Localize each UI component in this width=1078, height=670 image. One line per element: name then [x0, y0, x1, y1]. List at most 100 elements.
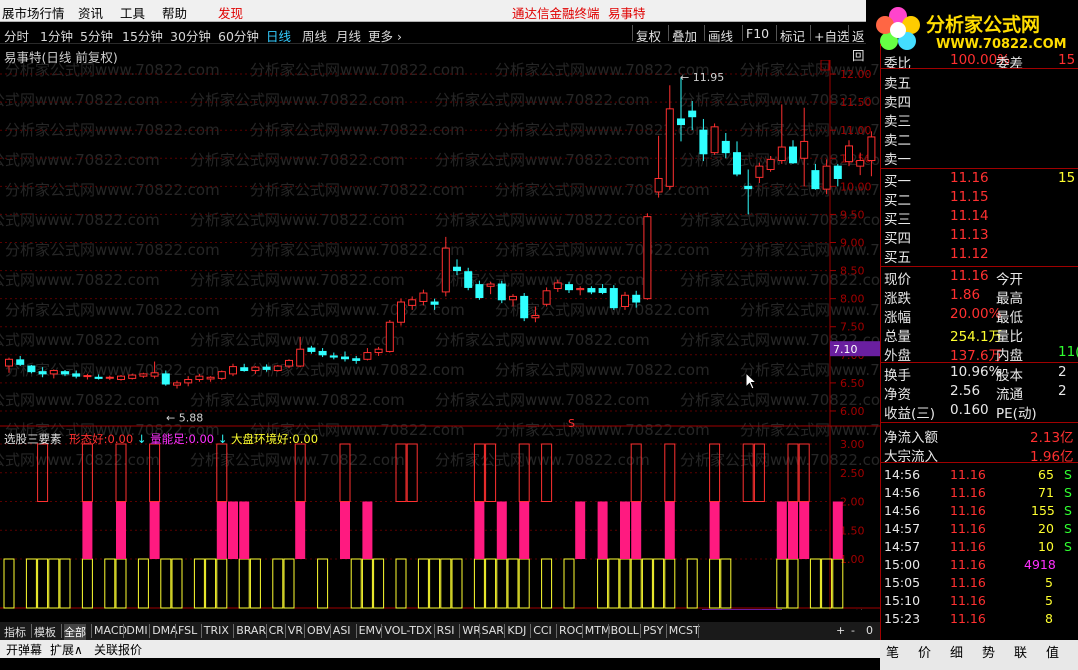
candle-body	[475, 284, 484, 299]
tick-time: 14:56	[884, 485, 921, 500]
indicator-tab-3[interactable]: MACD	[94, 624, 127, 637]
indicator-tab-9[interactable]: CR	[269, 624, 284, 637]
menu-discover[interactable]: 发现	[218, 3, 243, 22]
indicator-bar-yellow	[709, 558, 721, 609]
zoom-control-1[interactable]: -	[851, 624, 855, 637]
candle-body	[240, 367, 249, 372]
tab-separator	[61, 624, 62, 638]
indicator-bar-yellow	[272, 558, 284, 609]
candle-body	[565, 284, 573, 291]
related-quote-button[interactable]: 关联报价	[94, 641, 142, 658]
indicator-tab-7[interactable]: TRIX	[204, 624, 229, 637]
tick-volume: 5	[1045, 575, 1053, 590]
menu-tools[interactable]: 工具	[120, 3, 145, 22]
tab-separator	[233, 624, 235, 638]
quote-tab-4[interactable]: 联	[1014, 642, 1027, 661]
indicator-tab-22[interactable]: BOLL	[611, 624, 639, 637]
menu-market[interactable]: 展市场行情	[2, 3, 65, 22]
indicator-tab-20[interactable]: ROC	[559, 624, 583, 637]
indicator-bar-yellow	[373, 558, 385, 609]
quote-value: 11.14	[950, 208, 989, 224]
quote-tab-0[interactable]: 笔	[886, 642, 899, 661]
expand-button[interactable]: 扩展∧	[50, 641, 83, 658]
indicator-tab-23[interactable]: PSY	[643, 624, 663, 637]
period-9[interactable]: 更多 ›	[368, 26, 402, 45]
period-8[interactable]: 月线	[336, 26, 361, 45]
menu-help[interactable]: 帮助	[162, 3, 187, 22]
tick-price: 11.16	[950, 611, 986, 626]
indicator-tab-8[interactable]: BRAR	[236, 624, 266, 637]
period-1[interactable]: 1分钟	[40, 26, 73, 45]
indicator-bar-yellow	[619, 558, 631, 609]
indicator-tab-2[interactable]: 全部	[64, 624, 86, 640]
indicator-tab-18[interactable]: KDJ	[507, 624, 526, 637]
toolbar-button-4[interactable]: 标记	[780, 26, 805, 45]
period-7[interactable]: 周线	[302, 26, 327, 45]
candle-body	[688, 110, 697, 118]
indicator-tab-4[interactable]: DMI	[126, 624, 147, 637]
toolbar-button-2[interactable]: 画线	[708, 26, 733, 45]
zoom-control-0[interactable]: +	[836, 624, 845, 637]
candle-body	[117, 375, 125, 381]
indicator-tab-13[interactable]: EMV	[359, 624, 383, 637]
indicator-y-label: 1.00	[840, 553, 865, 566]
candle-body	[710, 126, 719, 154]
period-toolbar: 分时 1分钟 5分钟 15分钟 30分钟 60分钟 日线 周线 月线 更多 › 复权 叠加 画线 F10 标…	[0, 22, 870, 63]
period-3[interactable]: 15分钟	[122, 26, 163, 45]
period-6[interactable]: 日线	[266, 26, 291, 45]
indicator-tab-10[interactable]: VR	[288, 624, 303, 637]
quote-tab-2[interactable]: 细	[950, 642, 963, 661]
watermark-text: 分析家公式网www.70822.com	[190, 151, 405, 169]
toolbar-button-0[interactable]: 复权	[636, 26, 661, 45]
quote-label: 卖三	[884, 114, 911, 130]
period-2[interactable]: 5分钟	[80, 26, 113, 45]
watermark-text: 分析家公式网www.70822.com	[5, 241, 220, 259]
y-tick-label: 10.50	[840, 152, 872, 165]
quote-tab-1[interactable]: 价	[918, 642, 931, 661]
period-4[interactable]: 30分钟	[170, 26, 211, 45]
menu-news[interactable]: 资讯	[78, 3, 103, 22]
toolbar-button-1[interactable]: 叠加	[672, 26, 697, 45]
kline-chart[interactable]: 分析家公式网www.70822.com 分析家公式网www.70822.com 分析…	[0, 60, 880, 610]
indicator-tab-15[interactable]: RSI	[437, 624, 455, 637]
chart-title: 易事特(日线 前复权)	[4, 50, 118, 65]
tick-price: 11.16	[950, 593, 986, 608]
quote-tab-5[interactable]: 值	[1046, 642, 1059, 661]
quote-label: 卖五	[884, 76, 911, 92]
toolbar-button-5[interactable]: +自选	[814, 26, 849, 45]
indicator-tab-5[interactable]: DMA	[152, 624, 178, 637]
app-title: 通达信金融终端	[512, 6, 600, 21]
indicator-tab-0[interactable]: 指标	[4, 624, 26, 640]
candle-body	[195, 375, 204, 381]
indicator-bar-yellow	[630, 558, 642, 609]
indicator-tab-6[interactable]: FSL	[178, 624, 197, 637]
watermark-text: 分析家公式网www.70822.com	[250, 121, 465, 139]
quote-label: 净流入额	[884, 430, 938, 446]
indicator-bar-yellow	[776, 558, 788, 609]
indicator-tab-19[interactable]: CCI	[533, 624, 552, 637]
quote-value: 11.16	[950, 170, 989, 186]
indicator-tab-24[interactable]: MCST	[669, 624, 700, 637]
indicator-tab-11[interactable]: OBV	[307, 624, 330, 637]
watermark-text: 分析家公式网www.70822.com	[190, 271, 405, 289]
indicator-bar-yellow	[664, 558, 676, 609]
tick-volume: 71	[1038, 485, 1054, 500]
indicator-bar-yellow	[361, 558, 373, 609]
danmaku-button[interactable]: 开弹幕	[6, 641, 42, 658]
zoom-control-2[interactable]: 0	[866, 624, 873, 637]
watermark-text: 分析家公式网www.70822.com	[435, 331, 650, 349]
quote-tab-3[interactable]: 势	[982, 642, 995, 661]
indicator-bar-yellow	[641, 558, 653, 609]
period-label: 日线	[842, 609, 866, 610]
indicator-tab-17[interactable]: SAR	[482, 624, 504, 637]
quote-label: 买四	[884, 231, 911, 247]
toolbar-button-3[interactable]: F10	[746, 26, 769, 41]
indicator-tab-14[interactable]: VOL-TDX	[384, 624, 432, 637]
period-5[interactable]: 60分钟	[218, 26, 259, 45]
indicator-tab-12[interactable]: ASI	[333, 624, 351, 637]
indicator-tab-1[interactable]: 模板	[34, 624, 56, 640]
indicator-bar-yellow	[451, 558, 463, 609]
tab-separator	[698, 624, 700, 638]
period-0[interactable]: 分时	[4, 26, 29, 45]
candle-body	[643, 216, 652, 300]
